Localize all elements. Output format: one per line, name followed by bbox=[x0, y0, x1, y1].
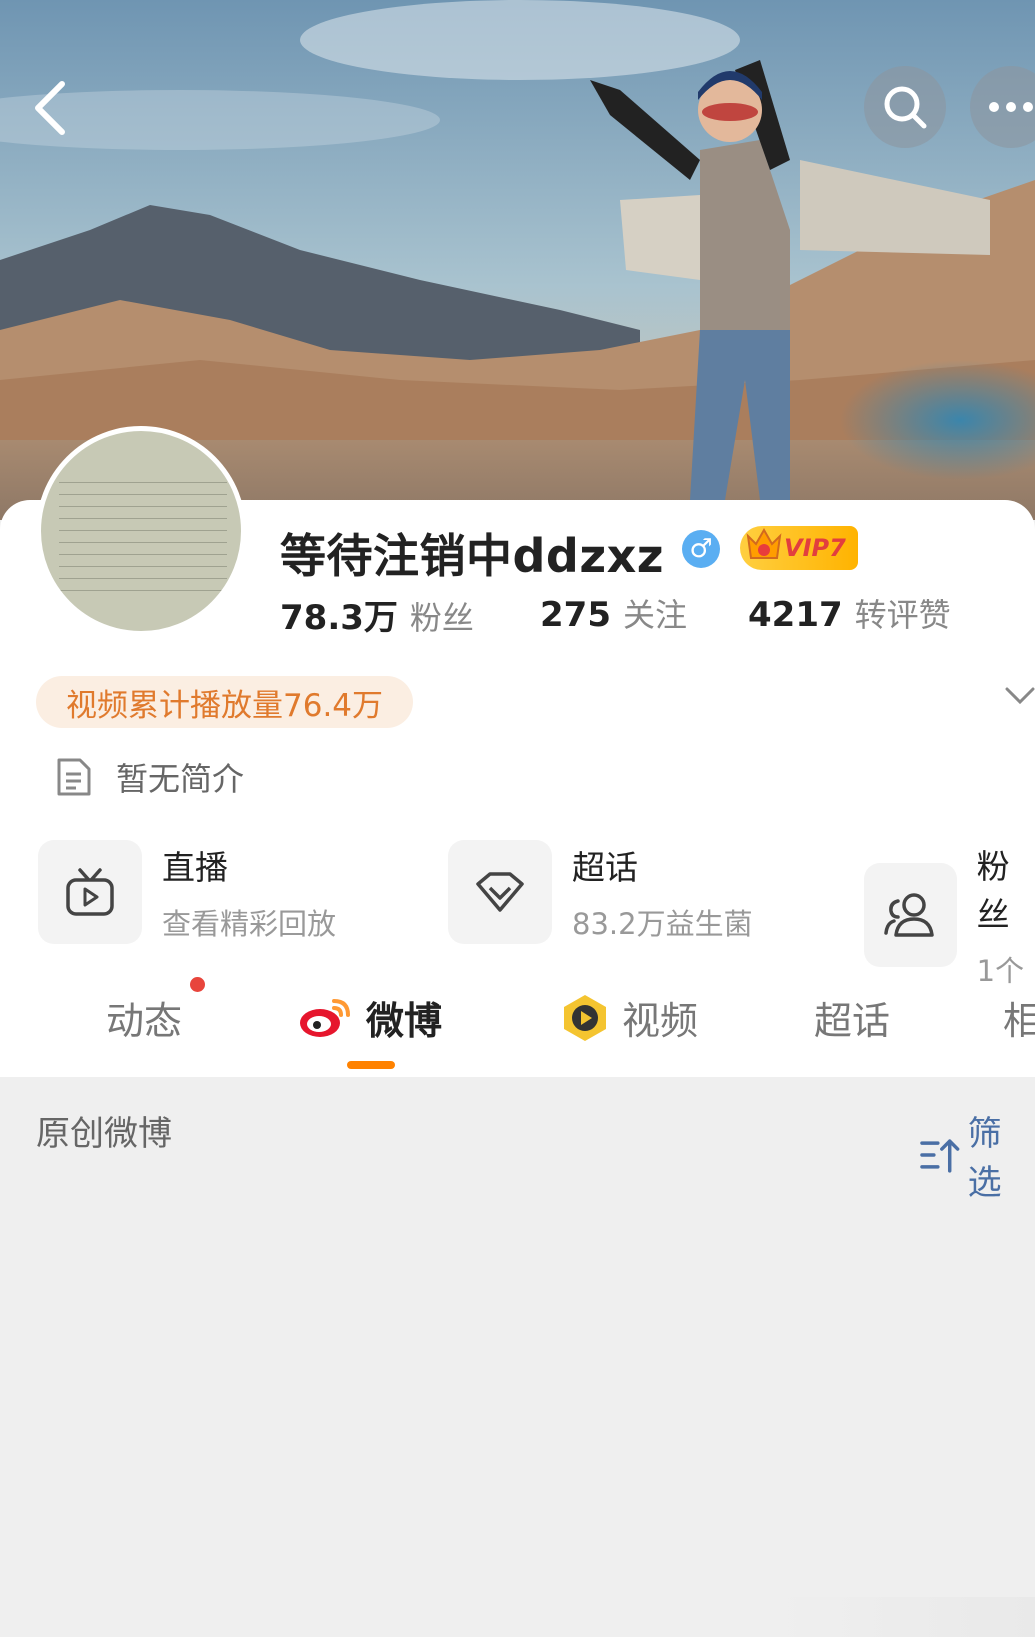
document-icon bbox=[57, 758, 91, 796]
interactions-label: 转评赞 bbox=[854, 596, 951, 634]
tab-supertopic[interactable]: 超话 bbox=[814, 990, 890, 1045]
supertopic-subtitle: 83.2万益生菌 bbox=[572, 907, 753, 941]
tab-related[interactable]: 相 bbox=[1003, 990, 1035, 1045]
tab-weibo[interactable]: 微博 bbox=[298, 990, 442, 1045]
search-icon bbox=[884, 86, 927, 129]
fans-shortcut[interactable]: 粉丝 1个 bbox=[864, 840, 1035, 990]
active-tab-indicator bbox=[347, 1061, 395, 1069]
tab-related-label: 相 bbox=[1003, 999, 1035, 1043]
live-title: 直播 bbox=[162, 848, 228, 887]
expand-profile-button[interactable] bbox=[1005, 686, 1035, 710]
chevron-down-icon bbox=[1005, 687, 1035, 705]
notification-dot bbox=[190, 977, 205, 992]
live-shortcut[interactable]: 直播 查看精彩回放 bbox=[38, 840, 336, 944]
intro-text: 暂无简介 bbox=[116, 760, 245, 798]
tab-activity-label: 动态 bbox=[106, 999, 183, 1043]
tab-video-label: 视频 bbox=[622, 999, 699, 1043]
following-stat[interactable]: 275 关注 bbox=[540, 590, 687, 636]
weibo-logo-icon bbox=[300, 998, 350, 1037]
gender-male-icon: ♂ bbox=[682, 530, 720, 568]
live-subtitle: 查看精彩回放 bbox=[162, 907, 337, 941]
tab-activity[interactable]: 动态 bbox=[106, 990, 182, 1045]
interactions-count: 4217 bbox=[748, 595, 843, 635]
diamond-icon bbox=[476, 872, 524, 912]
fans-icon-box bbox=[864, 863, 957, 967]
section-title: 原创微博 bbox=[36, 1114, 172, 1154]
video-plays-badge[interactable]: 视频累计播放量76.4万 bbox=[36, 676, 414, 728]
followers-count: 78.3万 bbox=[280, 598, 398, 638]
bottom-edge bbox=[0, 1597, 1035, 1637]
avatar-image bbox=[59, 471, 227, 601]
followers-stat[interactable]: 78.3万 粉丝 bbox=[280, 590, 474, 639]
search-button[interactable] bbox=[864, 66, 946, 148]
filter-button[interactable]: 筛选 bbox=[920, 1106, 1035, 1204]
supertopic-icon-box bbox=[448, 840, 552, 944]
more-dots-icon bbox=[989, 102, 1033, 112]
supertopic-title: 超话 bbox=[572, 848, 638, 887]
profile-name: 等待注销中ddzxz bbox=[280, 529, 665, 583]
filter-sort-icon bbox=[920, 1139, 960, 1173]
interactions-stat[interactable]: 4217 转评赞 bbox=[748, 590, 951, 636]
back-button[interactable] bbox=[20, 68, 80, 148]
followers-label: 粉丝 bbox=[409, 599, 474, 637]
video-badge-icon bbox=[564, 994, 606, 1041]
fans-subtitle: 1个 bbox=[976, 954, 1025, 988]
tab-supertopic-label: 超话 bbox=[814, 999, 891, 1043]
following-label: 关注 bbox=[622, 596, 687, 634]
crown-icon bbox=[746, 527, 782, 559]
profile-intro: 暂无简介 bbox=[56, 754, 244, 800]
tab-video[interactable]: 视频 bbox=[560, 990, 698, 1045]
avatar[interactable] bbox=[36, 426, 246, 636]
users-icon bbox=[884, 893, 935, 937]
vip-label: VIP7 bbox=[784, 534, 846, 562]
filter-label: 筛选 bbox=[967, 1114, 1002, 1203]
vip-badge[interactable]: VIP7 bbox=[740, 526, 858, 570]
supertopic-shortcut[interactable]: 超话 83.2万益生菌 bbox=[448, 840, 753, 944]
live-icon-box bbox=[38, 840, 142, 944]
chevron-left-icon bbox=[35, 81, 65, 135]
tv-play-icon bbox=[66, 868, 114, 916]
following-count: 275 bbox=[540, 595, 611, 635]
tab-weibo-label: 微博 bbox=[366, 999, 443, 1043]
fans-title: 粉丝 bbox=[976, 847, 1010, 934]
